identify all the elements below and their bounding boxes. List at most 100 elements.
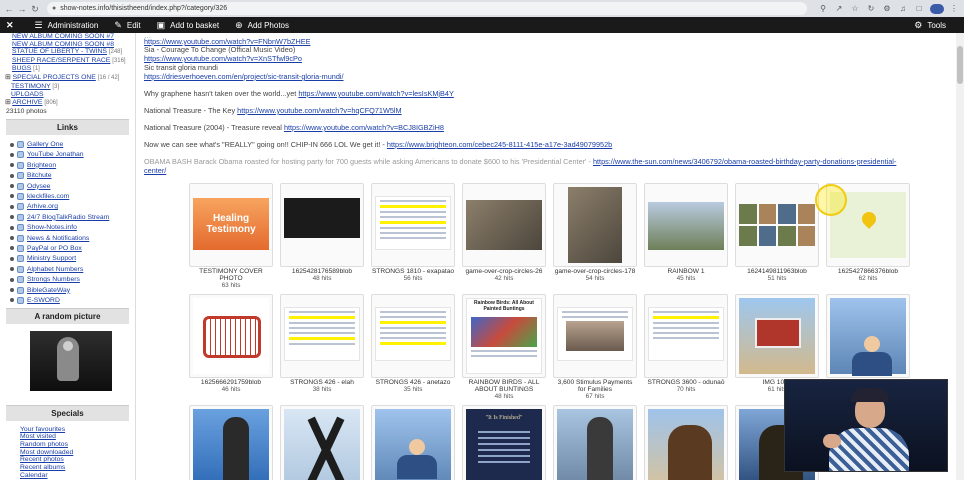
obama-link[interactable]: https://www.the-sun.com/news/3406792/oba… bbox=[593, 157, 896, 166]
thumbnail-caption[interactable]: 1624149811963blob bbox=[735, 268, 819, 275]
sidebar-link-item[interactable]: Ministry Support bbox=[10, 254, 135, 264]
sidebar-link[interactable]: kleckfiles.com bbox=[27, 193, 69, 200]
share-icon[interactable]: ↗ bbox=[833, 3, 845, 15]
music-icon[interactable]: ♫ bbox=[897, 3, 909, 15]
sidebar-link[interactable]: Brighteon bbox=[27, 162, 56, 169]
sidebar-link-item[interactable]: Strongs Numbers bbox=[10, 274, 135, 284]
sidebar-link-item[interactable]: BibleGateWay bbox=[10, 285, 135, 295]
star-icon[interactable]: ☆ bbox=[849, 3, 861, 15]
administration-button[interactable]: ☰ Administration bbox=[29, 20, 109, 31]
thumbnail-frame[interactable] bbox=[735, 294, 819, 378]
sidebar-link-item[interactable]: Odysee bbox=[10, 181, 135, 191]
thumbnail-caption[interactable]: RAINBOW BIRDS - ALL ABOUT BUNTINGS bbox=[462, 379, 546, 393]
thumbnail-frame[interactable]: Healing Testimony bbox=[189, 183, 273, 267]
sidebar-link-item[interactable]: YouTube Jonathan bbox=[10, 150, 135, 160]
thumbnail-item[interactable] bbox=[189, 405, 273, 480]
reload-icon[interactable]: ↻ bbox=[30, 3, 40, 15]
thumbnail-frame[interactable] bbox=[553, 405, 637, 480]
thumbnail-frame[interactable] bbox=[553, 294, 637, 378]
specials-item[interactable]: Calendar bbox=[20, 472, 135, 480]
thumbnail-caption[interactable]: game-over-crop-circles-26 bbox=[462, 268, 546, 275]
thumbnail-item[interactable]: Rainbow Birds: All About Painted Bunting… bbox=[462, 294, 546, 400]
sidebar-link[interactable]: Ministry Support bbox=[27, 255, 76, 262]
specials-item[interactable]: Your favourites bbox=[20, 426, 135, 434]
specials-link[interactable]: Recent photos bbox=[20, 456, 64, 463]
thumbnail-caption[interactable]: 1625427866376blob bbox=[826, 268, 910, 275]
thumbnail-item[interactable]: "It Is Finished" bbox=[462, 405, 546, 480]
thumbnail-caption[interactable]: STRONGS 3600 - odunaō bbox=[644, 379, 728, 386]
thumbnail-item[interactable]: Healing Testimony TESTIMONY COVER PHOTO … bbox=[189, 183, 273, 289]
thumbnail-frame[interactable] bbox=[644, 183, 728, 267]
sidebar-link[interactable]: Odysee bbox=[27, 183, 50, 190]
sidebar-link-item[interactable]: Show-Notes.info bbox=[10, 222, 135, 232]
thumbnail-item[interactable]: STRONGS 426 - anetazo 35 hits bbox=[371, 294, 455, 393]
thumbnail-frame[interactable] bbox=[826, 294, 910, 378]
sidebar-link-item[interactable]: kleckfiles.com bbox=[10, 191, 135, 201]
specials-link[interactable]: Random photos bbox=[20, 441, 68, 448]
specials-link[interactable]: Your favourites bbox=[20, 426, 65, 433]
reveal-link[interactable]: https://www.youtube.com/watch?v=BCJ8IGBZ… bbox=[284, 123, 444, 132]
thumbnail-frame[interactable]: "It Is Finished" bbox=[462, 405, 546, 480]
specials-link[interactable]: Calendar bbox=[20, 472, 48, 479]
refresh-extension-icon[interactable]: ↻ bbox=[865, 3, 877, 15]
sidebar-link[interactable]: 24/7 BlogTalkRadio Stream bbox=[27, 214, 109, 221]
thumbnail-frame[interactable] bbox=[280, 405, 364, 480]
category-item[interactable]: UPLOADS bbox=[5, 91, 135, 99]
profile-avatar[interactable] bbox=[930, 3, 944, 14]
specials-item[interactable]: Most downloaded bbox=[20, 449, 135, 457]
thumbnail-caption[interactable]: STRONGS 426 - elah bbox=[280, 379, 364, 386]
scrollbar-thumb[interactable] bbox=[957, 46, 963, 84]
tools-button[interactable]: ⚙ Tools bbox=[908, 17, 956, 33]
address-bar[interactable]: ● show-notes.info/thisistheend/index.php… bbox=[47, 2, 807, 15]
obama-link-cont[interactable]: center/ bbox=[144, 166, 166, 175]
sidebar-link-item[interactable]: Gallery One bbox=[10, 139, 135, 149]
thumbnail-frame[interactable] bbox=[189, 405, 273, 480]
sidebar-link[interactable]: Show-Notes.info bbox=[27, 224, 77, 231]
category-item[interactable]: ⊞ ARCHIVE [806] bbox=[5, 99, 135, 108]
thumbnail-frame[interactable] bbox=[280, 294, 364, 378]
thumbnail-caption[interactable]: 3,600 Stimulus Payments for Families bbox=[553, 379, 637, 393]
sidebar-link[interactable]: Arhive.org bbox=[27, 203, 58, 210]
sidebar-icon[interactable]: □ bbox=[913, 3, 925, 15]
specials-item[interactable]: Recent albums bbox=[20, 464, 135, 472]
thumbnail-frame[interactable]: Rainbow Birds: All About Painted Bunting… bbox=[462, 294, 546, 378]
category-item[interactable]: BUGS [1] bbox=[12, 65, 135, 74]
sidebar-link-item[interactable]: Brighteon bbox=[10, 160, 135, 170]
chip-link[interactable]: https://www.brighteon.com/cebec245-8111-… bbox=[387, 140, 612, 149]
thumbnail-caption[interactable]: TESTIMONY COVER PHOTO bbox=[189, 268, 273, 282]
specials-item[interactable]: Recent photos bbox=[20, 456, 135, 464]
thumbnail-frame[interactable] bbox=[371, 294, 455, 378]
specials-link[interactable]: Most visited bbox=[20, 433, 56, 440]
thumbnail-frame[interactable] bbox=[644, 294, 728, 378]
add-photos-button[interactable]: ⊕ Add Photos bbox=[229, 20, 299, 31]
sidebar-link-item[interactable]: Bitchute bbox=[10, 171, 135, 181]
back-arrow-icon[interactable]: ← bbox=[4, 3, 14, 15]
thumbnail-frame[interactable] bbox=[371, 405, 455, 480]
category-item[interactable]: SHEEP RACE/SERPENT RACE [316] bbox=[12, 57, 135, 66]
thumbnail-item[interactable] bbox=[371, 405, 455, 480]
sidebar-link-item[interactable]: Arhive.org bbox=[10, 202, 135, 212]
video-link[interactable]: https://www.youtube.com/watch?v=XnSTfwl9… bbox=[144, 54, 302, 63]
thumbnail-item[interactable]: 1625428176589blob 48 hits bbox=[280, 183, 364, 282]
specials-item[interactable]: Random photos bbox=[20, 441, 135, 449]
thumbnail-item[interactable]: STRONGS 1810 - exapatao 56 hits bbox=[371, 183, 455, 282]
thumbnail-caption[interactable]: RAINBOW 1 bbox=[644, 268, 728, 275]
sidebar-link-item[interactable]: News & Notifications bbox=[10, 233, 135, 243]
thumbnail-frame[interactable] bbox=[280, 183, 364, 267]
sidebar-link[interactable]: PayPal or PO Box bbox=[27, 245, 82, 252]
thumbnail-item[interactable]: 3,600 Stimulus Payments for Families 67 … bbox=[553, 294, 637, 400]
thumbnail-frame[interactable] bbox=[371, 183, 455, 267]
category-item[interactable]: TESTIMONY [3] bbox=[5, 83, 135, 92]
thumbnail-item[interactable]: game-over-crop-circles-178 54 hits bbox=[553, 183, 637, 282]
specials-link[interactable]: Recent albums bbox=[20, 464, 65, 471]
sidebar-link-item[interactable]: E-SWORD bbox=[10, 295, 135, 305]
thumbnail-item[interactable]: 1625666291759blob 46 hits bbox=[189, 294, 273, 393]
thumbnail-frame[interactable] bbox=[735, 183, 819, 267]
sidebar-link-item[interactable]: 24/7 BlogTalkRadio Stream bbox=[10, 212, 135, 222]
thumbnail-item[interactable]: 1624149811963blob 51 hits bbox=[735, 183, 819, 282]
add-to-basket-button[interactable]: ▣ Add to basket bbox=[151, 20, 229, 31]
category-item[interactable]: NEW ALBUM COMING SOON #8 bbox=[12, 41, 135, 49]
thumbnail-caption[interactable]: STRONGS 426 - anetazo bbox=[371, 379, 455, 386]
thumbnail-item[interactable] bbox=[826, 294, 910, 379]
thumbnail-frame[interactable] bbox=[189, 294, 273, 378]
